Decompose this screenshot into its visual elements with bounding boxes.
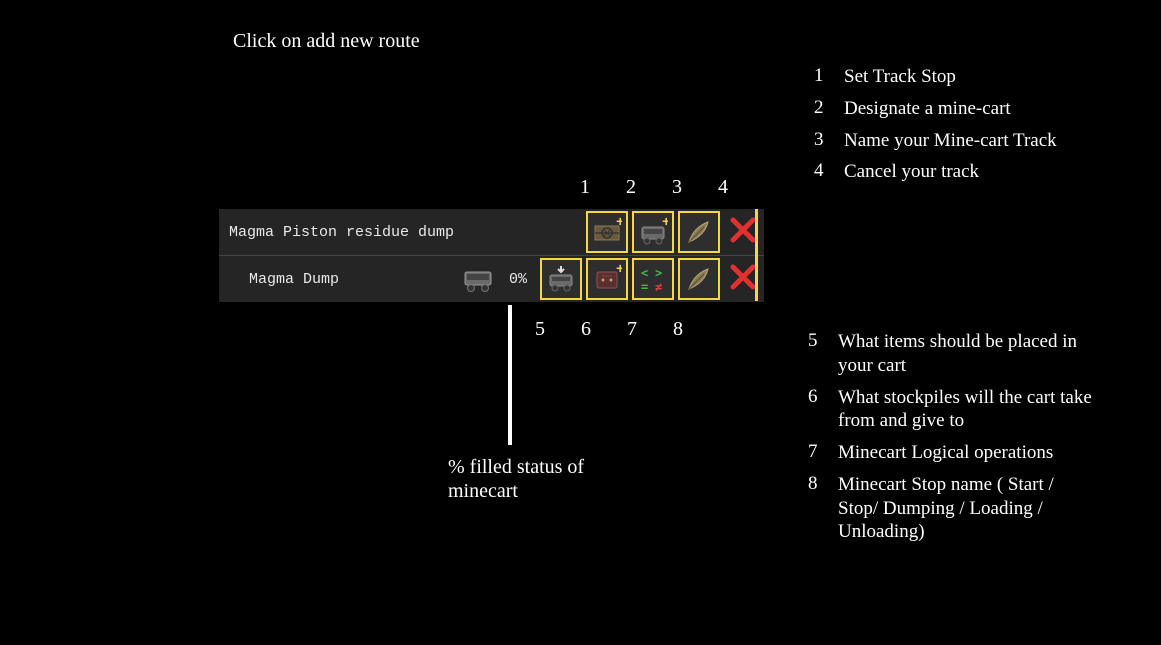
close-icon — [729, 263, 757, 296]
label-5: 5 — [535, 318, 545, 341]
legend-text: What stockpiles will the cart take from … — [832, 386, 1098, 434]
callout-text: % filled status of minecart — [448, 455, 648, 503]
route-name: Magma Piston residue dump — [219, 224, 454, 241]
legend-text: Set Track Stop — [838, 65, 956, 89]
stop-name: Magma Dump — [219, 271, 339, 288]
minecart-load-icon — [546, 264, 576, 294]
cart-items-button[interactable] — [540, 258, 582, 300]
legend-num: 3 — [814, 129, 838, 151]
svg-text:>: > — [655, 266, 662, 280]
panel-scroll-indicator — [755, 209, 758, 301]
name-stop-button[interactable] — [678, 258, 720, 300]
legend-row: 8 Minecart Stop name ( Start / Stop/ Dum… — [808, 473, 1108, 544]
track-stop-icon: + — [592, 217, 622, 247]
legend-text: Cancel your track — [838, 160, 979, 184]
svg-text:+: + — [662, 217, 668, 231]
legend-num: 6 — [808, 386, 832, 408]
legend-num: 1 — [814, 65, 838, 87]
stockpile-icon: + — [592, 264, 622, 294]
route-row: Magma Piston residue dump + — [219, 209, 764, 255]
legend-row: 7 Minecart Logical operations — [808, 441, 1108, 465]
set-track-stop-button[interactable]: + — [586, 211, 628, 253]
logical-ops-button[interactable]: < > = ≠ — [632, 258, 674, 300]
instruction-text: Click on add new route — [233, 30, 420, 53]
stockpile-links-button[interactable]: + — [586, 258, 628, 300]
label-4: 4 — [718, 176, 728, 199]
stop-row: Magma Dump 0% — [219, 255, 764, 302]
legend-num: 4 — [814, 160, 838, 182]
legend-row: 5 What items should be placed in your ca… — [808, 330, 1108, 378]
label-8: 8 — [673, 318, 683, 341]
legend-row: 3 Name your Mine-cart Track — [814, 129, 1057, 153]
callout-line — [508, 305, 512, 445]
label-2: 2 — [626, 176, 636, 199]
svg-text:+: + — [616, 264, 622, 278]
legend-row: 6 What stockpiles will the cart take fro… — [808, 386, 1108, 434]
minecart-plus-icon: + — [638, 217, 668, 247]
designate-minecart-button[interactable]: + — [632, 211, 674, 253]
close-icon — [729, 216, 757, 249]
legend-text: Minecart Stop name ( Start / Stop/ Dumpi… — [832, 473, 1098, 544]
minecart-status-icon — [458, 264, 498, 294]
label-3: 3 — [672, 176, 682, 199]
legend-text: Name your Mine-cart Track — [838, 129, 1057, 153]
label-7: 7 — [627, 318, 637, 341]
svg-text:+: + — [616, 217, 622, 231]
logic-symbols-icon: < > = ≠ — [638, 264, 668, 294]
name-track-button[interactable] — [678, 211, 720, 253]
legend-num: 7 — [808, 441, 832, 463]
legend-num: 5 — [808, 330, 832, 352]
legend-num: 8 — [808, 473, 832, 495]
feather-icon — [684, 264, 714, 294]
feather-icon — [684, 217, 714, 247]
legend-text: Designate a mine-cart — [838, 97, 1011, 121]
legend-bottom: 5 What items should be placed in your ca… — [808, 330, 1108, 552]
legend-row: 1 Set Track Stop — [814, 65, 1057, 89]
svg-text:=: = — [641, 280, 648, 294]
legend-row: 4 Cancel your track — [814, 160, 1057, 184]
hauling-route-panel: Magma Piston residue dump + — [219, 209, 764, 302]
fill-percent: 0% — [498, 271, 538, 288]
svg-text:≠: ≠ — [655, 280, 662, 294]
svg-text:<: < — [641, 266, 648, 280]
legend-row: 2 Designate a mine-cart — [814, 97, 1057, 121]
legend-num: 2 — [814, 97, 838, 119]
label-6: 6 — [581, 318, 591, 341]
legend-top: 1 Set Track Stop 2 Designate a mine-cart… — [814, 65, 1057, 192]
legend-text: What items should be placed in your cart — [832, 330, 1098, 378]
label-1: 1 — [580, 176, 590, 199]
legend-text: Minecart Logical operations — [832, 441, 1053, 465]
